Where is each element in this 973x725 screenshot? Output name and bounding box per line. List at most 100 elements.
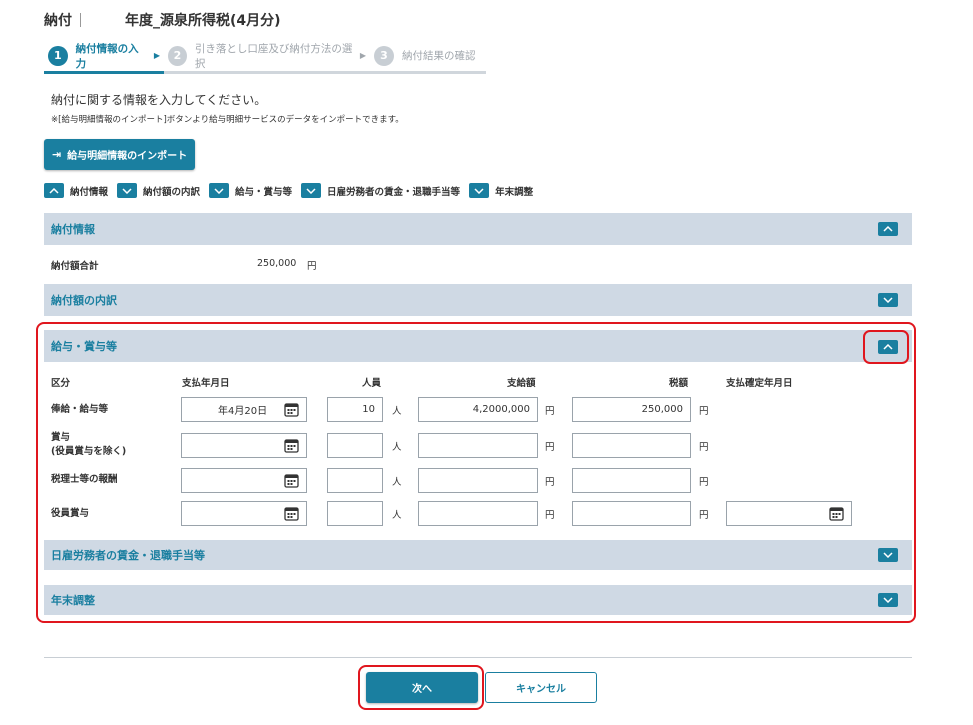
anchor-label: 日雇労務者の賃金・退職手当等 (327, 186, 461, 198)
tax-value: 250,000 (641, 404, 683, 415)
anchor-salary[interactable]: 給与・賞与等 (209, 183, 292, 198)
cancel-button[interactable]: キャンセル (485, 672, 597, 703)
yen-unit: 円 (699, 477, 709, 488)
import-button-label: 給与明細情報のインポート (67, 151, 188, 162)
yen-unit: 円 (545, 477, 555, 488)
pay-date-input[interactable] (181, 433, 307, 458)
calendar-icon[interactable] (284, 506, 299, 521)
people-input[interactable] (327, 433, 383, 458)
next-button[interactable]: 次へ (366, 672, 478, 703)
section-title: 年末調整 (51, 594, 95, 607)
step-label: 引き落とし口座及び納付方法の選択 (194, 42, 353, 70)
step-number: 1 (48, 45, 68, 66)
anchor-day-labor[interactable]: 日雇労務者の賃金・退職手当等 (301, 183, 460, 198)
anchor-breakdown[interactable]: 納付額の内訳 (117, 183, 200, 198)
anchor-label: 納付情報 (70, 186, 109, 198)
total-value: 250,000 (257, 258, 297, 269)
import-icon: ⇥ (51, 148, 62, 161)
pay-date-input[interactable] (181, 501, 307, 526)
chevron-down-icon[interactable] (878, 548, 898, 562)
pay-date-input[interactable] (181, 468, 307, 493)
section-anchor-links: 納付情報 納付額の内訳 給与・賞与等 日雇労務者の賃金・退職手当等 年末調整 (44, 183, 542, 198)
step-number: 3 (374, 45, 394, 66)
title-prefix: 納付 (44, 13, 72, 29)
section-title: 納付額の内訳 (51, 294, 117, 307)
chevron-down-icon (209, 183, 230, 198)
footer-divider (44, 657, 912, 658)
section-payment-info-header: 納付情報 (44, 213, 912, 245)
anchor-year-end[interactable]: 年末調整 (469, 183, 533, 198)
title-separator (80, 13, 81, 27)
row-label-line2: (役員賞与を除く) (51, 446, 127, 457)
step-arrow-icon: ▶ (153, 51, 160, 60)
amount-value: 4,2000,000 (472, 404, 530, 415)
section-year-end-header: 年末調整 (44, 585, 912, 615)
step-indicator: 1 納付情報の入力 ▶ 2 引き落とし口座及び納付方法の選択 ▶ 3 納付結果の… (44, 40, 486, 74)
tax-input[interactable]: 250,000 (572, 397, 691, 422)
people-input[interactable] (327, 468, 383, 493)
anchor-label: 給与・賞与等 (235, 186, 293, 198)
import-note: ※[給与明細情報のインポート]ボタンより給与明細サービスのデータをインポートでき… (51, 115, 404, 125)
anchor-label: 納付額の内訳 (143, 186, 201, 198)
import-payslip-button[interactable]: ⇥ 給与明細情報のインポート (44, 139, 195, 170)
pay-date-input[interactable]: 年4月20日 (181, 397, 307, 422)
step-2: 2 引き落とし口座及び納付方法の選択 ▶ (164, 40, 370, 74)
calendar-icon[interactable] (284, 438, 299, 453)
amount-input[interactable] (418, 468, 538, 493)
yen-unit: 円 (699, 510, 709, 521)
col-header-people: 人員 (362, 378, 382, 389)
step-label: 納付結果の確認 (402, 50, 476, 62)
col-header-tax: 税額 (669, 378, 689, 389)
page-title: 納付 年度_源泉所得税(4月分) (44, 10, 281, 30)
section-breakdown-header: 納付額の内訳 (44, 284, 912, 316)
step-3: 3 納付結果の確認 (370, 40, 486, 74)
row-label: 役員賞与 (51, 508, 90, 519)
anchor-label: 年末調整 (495, 186, 534, 198)
chevron-down-icon (469, 183, 490, 198)
step-1: 1 納付情報の入力 ▶ (44, 40, 164, 74)
tax-input[interactable] (572, 468, 691, 493)
col-header-amount: 支給額 (507, 378, 536, 389)
yen-unit: 円 (699, 442, 709, 453)
amount-input[interactable] (418, 433, 538, 458)
chevron-down-icon[interactable] (878, 293, 898, 307)
step-label: 納付情報の入力 (75, 42, 139, 70)
row-label: 俸給・給与等 (51, 404, 109, 415)
chevron-down-icon[interactable] (878, 593, 898, 607)
confirm-date-input[interactable] (726, 501, 852, 526)
row-label-line1: 賞与 (51, 432, 71, 443)
intro-text: 納付に関する情報を入力してください。 (51, 93, 267, 107)
amount-input[interactable] (418, 501, 538, 526)
people-input[interactable]: 10 (327, 397, 383, 422)
people-input[interactable] (327, 501, 383, 526)
yen-unit: 円 (545, 510, 555, 521)
anchor-payment-info[interactable]: 納付情報 (44, 183, 108, 198)
people-unit: 人 (392, 510, 402, 521)
calendar-icon[interactable] (829, 506, 844, 521)
row-label: 税理士等の報酬 (51, 474, 118, 485)
tax-input[interactable] (572, 433, 691, 458)
section-title: 給与・賞与等 (51, 340, 117, 353)
amount-input[interactable]: 4,2000,000 (418, 397, 538, 422)
pay-date-value: 年4月20日 (218, 406, 268, 417)
people-unit: 人 (392, 442, 402, 453)
calendar-icon[interactable] (284, 473, 299, 488)
chevron-up-icon[interactable] (878, 222, 898, 236)
section-title: 日雇労務者の賃金・退職手当等 (51, 549, 205, 562)
people-value: 10 (362, 404, 375, 415)
total-unit: 円 (307, 261, 317, 272)
section-day-labor-header: 日雇労務者の賃金・退職手当等 (44, 540, 912, 570)
col-header-confirm-date: 支払確定年月日 (726, 378, 793, 389)
yen-unit: 円 (545, 406, 555, 417)
chevron-down-icon (301, 183, 322, 198)
calendar-icon[interactable] (284, 402, 299, 417)
section-salary-header: 給与・賞与等 (44, 330, 912, 362)
row-label: 賞与 (役員賞与を除く) (51, 431, 126, 459)
yen-unit: 円 (545, 442, 555, 453)
section-title: 納付情報 (51, 223, 95, 236)
chevron-up-icon[interactable] (878, 340, 898, 354)
tax-input[interactable] (572, 501, 691, 526)
chevron-down-icon (117, 183, 138, 198)
people-unit: 人 (392, 477, 402, 488)
step-arrow-icon: ▶ (359, 51, 366, 60)
